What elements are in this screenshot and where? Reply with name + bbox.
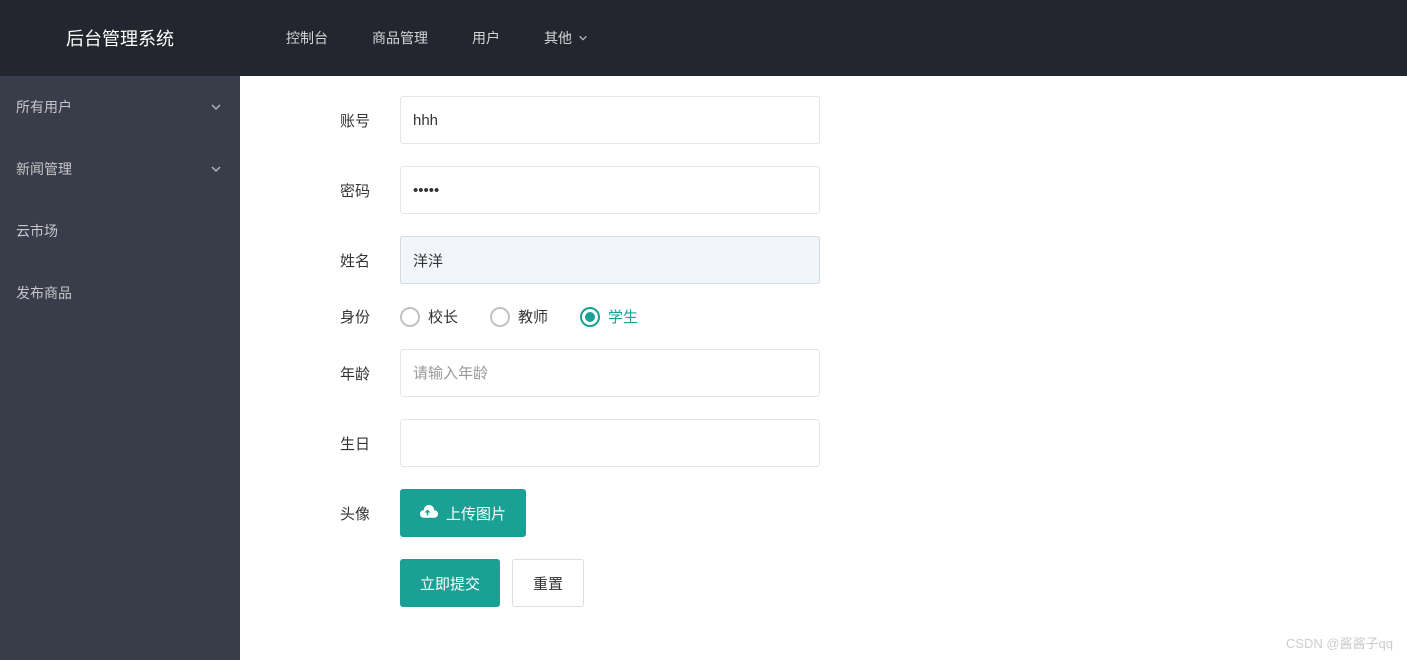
form-row-avatar: 头像 上传图片 xyxy=(340,489,1407,537)
radio-teacher[interactable]: 教师 xyxy=(490,306,548,327)
form-row-age: 年龄 xyxy=(340,349,1407,397)
topnav-item-users[interactable]: 用户 xyxy=(450,0,522,76)
radio-icon xyxy=(400,307,420,327)
form-row-name: 姓名 xyxy=(340,236,1407,284)
user-form: 账号 密码 姓名 xyxy=(240,96,1407,607)
chevron-down-icon xyxy=(208,99,224,115)
submit-button[interactable]: 立即提交 xyxy=(400,559,500,607)
reset-button[interactable]: 重置 xyxy=(512,559,584,607)
radio-label: 学生 xyxy=(608,306,638,327)
sidebar-item-label: 云市场 xyxy=(16,221,58,241)
account-label: 账号 xyxy=(340,110,400,131)
sidebar-item-label: 新闻管理 xyxy=(16,159,72,179)
age-label: 年龄 xyxy=(340,363,400,384)
password-input[interactable] xyxy=(400,166,820,214)
topnav-item-products[interactable]: 商品管理 xyxy=(350,0,450,76)
age-input[interactable] xyxy=(400,349,820,397)
radio-student[interactable]: 学生 xyxy=(580,306,638,327)
sidebar-item-all-users[interactable]: 所有用户 xyxy=(0,76,240,138)
sidebar-item-label: 发布商品 xyxy=(16,283,72,303)
topnav-item-label: 用户 xyxy=(472,28,500,48)
cloud-upload-icon xyxy=(420,504,438,522)
form-row-password: 密码 xyxy=(340,166,1407,214)
topnav-item-label: 商品管理 xyxy=(372,28,428,48)
upload-button-label: 上传图片 xyxy=(446,503,506,524)
form-row-account: 账号 xyxy=(340,96,1407,144)
topnav-item-console[interactable]: 控制台 xyxy=(264,0,350,76)
avatar-label: 头像 xyxy=(340,503,400,524)
sidebar: 后台管理系统 所有用户 新闻管理 云市场 发布商品 xyxy=(0,0,240,660)
birthday-label: 生日 xyxy=(340,433,400,454)
radio-icon xyxy=(580,307,600,327)
topnav-item-label: 其他 xyxy=(544,28,572,48)
form-row-actions: 立即提交 重置 xyxy=(340,559,1407,607)
sidebar-item-news[interactable]: 新闻管理 xyxy=(0,138,240,200)
account-input[interactable] xyxy=(400,96,820,144)
sidebar-item-publish-product[interactable]: 发布商品 xyxy=(0,262,240,324)
app-logo: 后台管理系统 xyxy=(0,0,240,76)
role-radio-group: 校长 教师 学生 xyxy=(400,306,638,327)
role-label: 身份 xyxy=(340,306,400,327)
topbar: 控制台 商品管理 用户 其他 xyxy=(240,0,1407,76)
chevron-down-icon xyxy=(208,161,224,177)
sidebar-item-cloud-market[interactable]: 云市场 xyxy=(0,200,240,262)
form-row-role: 身份 校长 教师 学生 xyxy=(340,306,1407,327)
name-input[interactable] xyxy=(400,236,820,284)
radio-label: 教师 xyxy=(518,306,548,327)
content: 账号 密码 姓名 xyxy=(240,76,1407,660)
birthday-input[interactable] xyxy=(400,419,820,467)
upload-button[interactable]: 上传图片 xyxy=(400,489,526,537)
topnav-item-label: 控制台 xyxy=(286,28,328,48)
password-label: 密码 xyxy=(340,180,400,201)
chevron-down-icon xyxy=(578,30,588,46)
watermark: CSDN @酱酱子qq xyxy=(1286,633,1393,652)
radio-principal[interactable]: 校长 xyxy=(400,306,458,327)
form-row-birthday: 生日 xyxy=(340,419,1407,467)
topnav-item-other[interactable]: 其他 xyxy=(522,0,610,76)
side-menu: 所有用户 新闻管理 云市场 发布商品 xyxy=(0,76,240,324)
radio-label: 校长 xyxy=(428,306,458,327)
reset-button-label: 重置 xyxy=(533,573,563,594)
name-label: 姓名 xyxy=(340,250,400,271)
radio-icon xyxy=(490,307,510,327)
main: 控制台 商品管理 用户 其他 账号 xyxy=(240,0,1407,660)
top-nav: 控制台 商品管理 用户 其他 xyxy=(264,0,610,76)
sidebar-item-label: 所有用户 xyxy=(16,97,72,117)
submit-button-label: 立即提交 xyxy=(420,573,480,594)
